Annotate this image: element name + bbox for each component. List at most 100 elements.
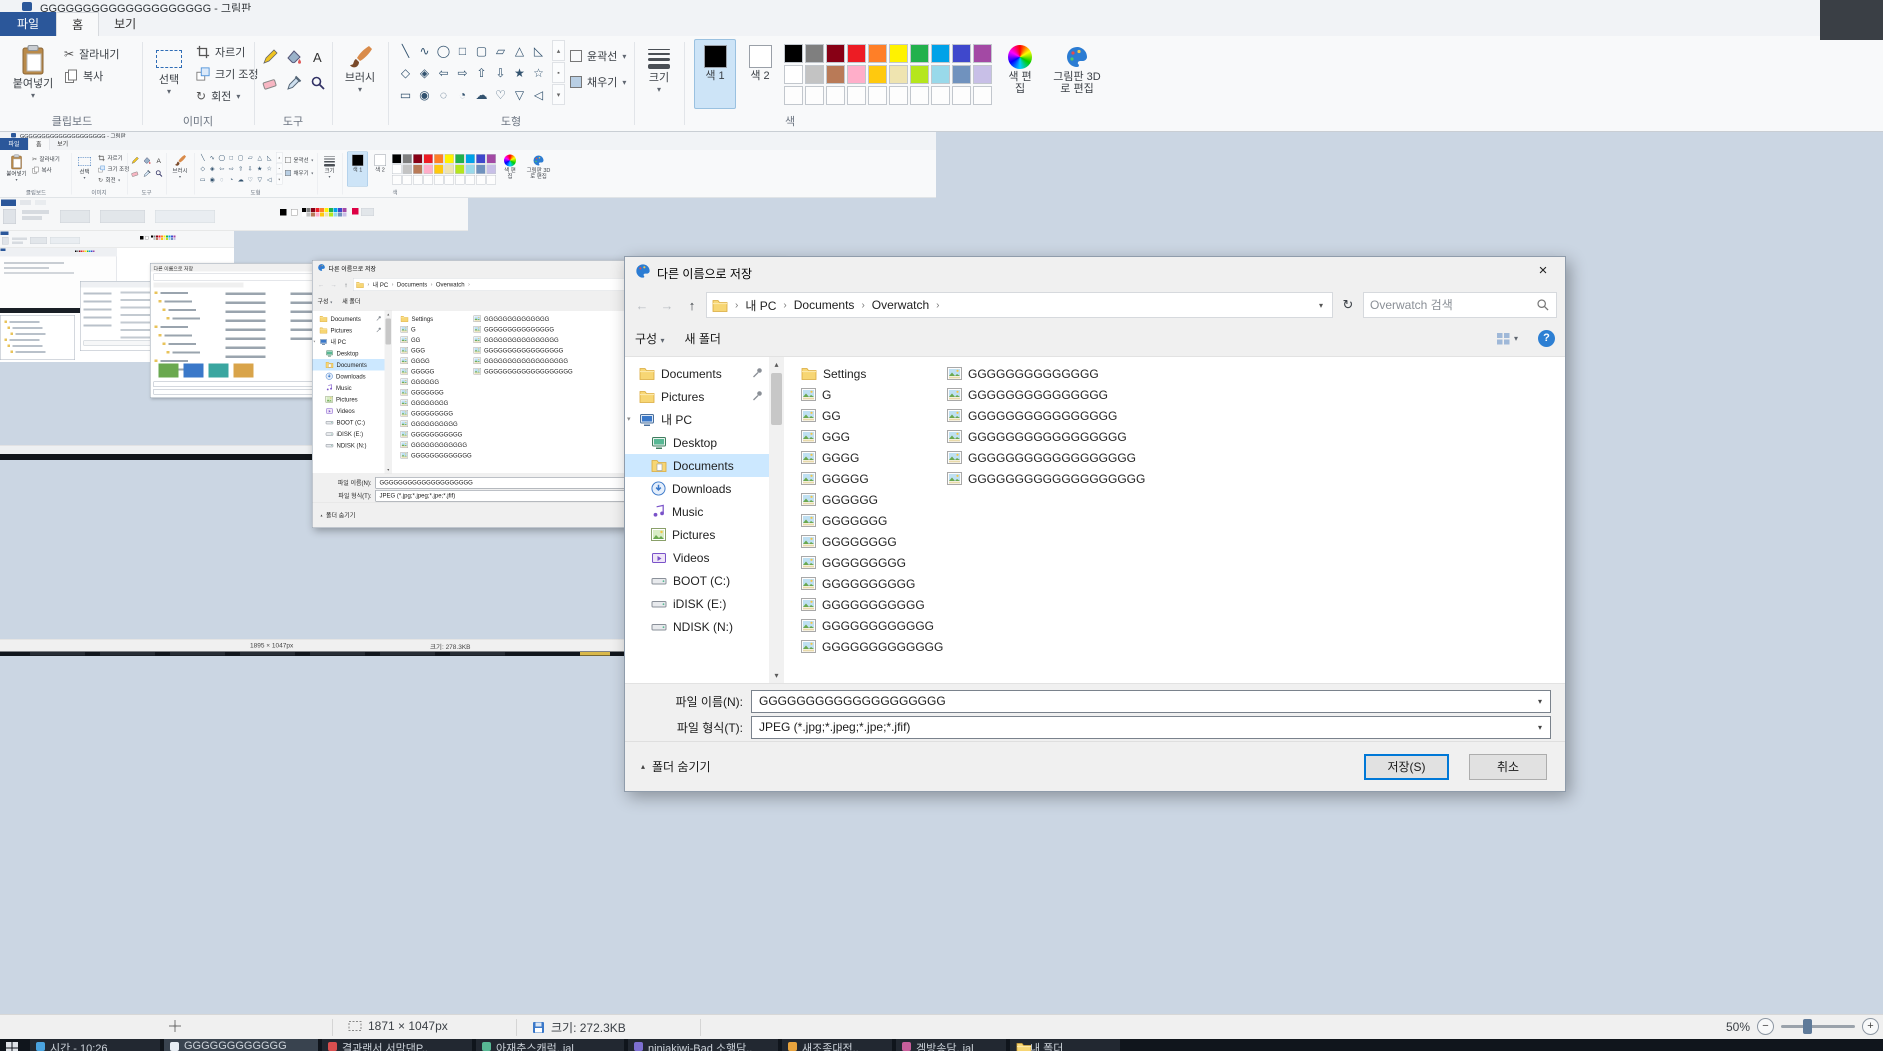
close-icon[interactable]: × xyxy=(1531,261,1555,281)
file-item[interactable]: GGGGGGGGGGGG xyxy=(801,615,943,636)
breadcrumb-item[interactable]: Overwatch › xyxy=(872,298,940,312)
palette-color[interactable] xyxy=(847,44,866,63)
scroll-mid-icon[interactable]: ▪ xyxy=(552,62,565,83)
file-item[interactable]: G xyxy=(801,384,943,405)
up-button[interactable]: ↑ xyxy=(681,298,703,313)
palette-color[interactable] xyxy=(826,65,845,84)
edit-colors-button[interactable]: 색 편집 xyxy=(998,39,1042,109)
file-item[interactable]: GGGGGGGGGGGGGGGGGG xyxy=(947,447,1145,468)
palette-color[interactable] xyxy=(805,44,824,63)
file-item[interactable]: GGG xyxy=(801,426,943,447)
brushes-button[interactable]: 브러시 ▾ xyxy=(336,38,384,94)
palette-color[interactable] xyxy=(952,44,971,63)
help-icon[interactable]: ? xyxy=(1538,329,1555,347)
breadcrumb-item[interactable]: 내 PC › xyxy=(745,297,786,314)
scroll-thumb[interactable] xyxy=(771,373,782,425)
tab-file[interactable]: 파일 xyxy=(0,12,57,36)
paste-button[interactable]: 붙여넣기 ▾ xyxy=(6,38,60,100)
palette-color[interactable] xyxy=(889,44,908,63)
palette-color[interactable] xyxy=(910,44,929,63)
text-tool[interactable]: A xyxy=(306,44,330,70)
file-item[interactable]: GGGGGGGGGGGGGGGGGGG xyxy=(947,468,1145,489)
tab-view[interactable]: 보기 xyxy=(99,12,151,36)
palette-color[interactable] xyxy=(952,65,971,84)
view-mode-button[interactable]: ▾ xyxy=(1496,332,1518,345)
shape-cell[interactable]: △ xyxy=(510,40,529,62)
palette-color[interactable] xyxy=(868,65,887,84)
palette-color[interactable] xyxy=(826,44,845,63)
shapes-scrollbar[interactable]: ▴ ▪ ▾ xyxy=(552,40,565,105)
taskbar-item[interactable]: 시간 - 10:26 xyxy=(30,1039,160,1051)
file-item[interactable]: GGGGGGGGGGG xyxy=(801,594,943,615)
nav-item-desktop[interactable]: Desktop xyxy=(625,431,769,454)
nav-item-ndisk-n-[interactable]: NDISK (N:) xyxy=(625,615,769,638)
taskbar-item[interactable]: ninjakiwi-Bad 소행담.. xyxy=(628,1039,778,1051)
file-item[interactable]: Settings xyxy=(801,363,943,384)
color-picker-tool[interactable] xyxy=(282,70,306,96)
zoom-slider[interactable] xyxy=(1781,1019,1855,1034)
cut-button[interactable]: ✂ 잘라내기 xyxy=(64,44,120,64)
breadcrumb-item[interactable]: Documents › xyxy=(794,298,865,312)
file-item[interactable]: GGGG xyxy=(801,447,943,468)
cancel-button[interactable]: 취소 xyxy=(1469,754,1547,780)
shape-cell[interactable]: ⇩ xyxy=(491,62,510,84)
size-button[interactable]: 크기 ▾ xyxy=(637,38,681,94)
zoom-slider-thumb[interactable] xyxy=(1803,1019,1812,1034)
palette-color[interactable] xyxy=(931,44,950,63)
palette-color[interactable] xyxy=(973,65,992,84)
address-history-icon[interactable]: ▾ xyxy=(1315,301,1327,310)
tab-home[interactable]: 홈 xyxy=(56,12,100,36)
shape-cell[interactable]: ⇨ xyxy=(453,62,472,84)
crop-button[interactable]: 자르기 xyxy=(196,42,245,62)
paint3d-button[interactable]: 그림판 3D로 편집 xyxy=(1046,39,1108,109)
fill-tool[interactable] xyxy=(282,44,306,70)
file-item[interactable]: GGGGGGGGG xyxy=(801,552,943,573)
taskbar-item[interactable]: 새조종대전.. xyxy=(782,1039,892,1051)
eraser-tool[interactable] xyxy=(258,70,282,96)
file-item[interactable]: GGGGGG xyxy=(801,489,943,510)
filename-input[interactable] xyxy=(759,694,1526,708)
shape-cell[interactable]: ☁ xyxy=(472,84,491,106)
file-item[interactable]: GGGGG xyxy=(801,468,943,489)
color2-button[interactable]: 색 2 xyxy=(739,39,781,109)
file-item[interactable]: GGGGGGGG xyxy=(801,531,943,552)
nav-item-pictures[interactable]: Pictures xyxy=(625,523,769,546)
refresh-icon[interactable]: ↻ xyxy=(1336,297,1360,313)
palette-color[interactable] xyxy=(931,65,950,84)
shape-cell[interactable]: ♡ xyxy=(491,84,510,106)
rotate-button[interactable]: ↻ 회전 ▾ xyxy=(196,86,240,106)
file-item[interactable]: GGGGGGGGGGGGG xyxy=(801,636,943,657)
scroll-up-icon[interactable]: ▴ xyxy=(769,357,784,372)
filetype-combo[interactable]: JPEG (*.jpg;*.jpeg;*.jpe;*.jfif) ▾ xyxy=(751,715,1551,739)
start-button[interactable] xyxy=(6,1042,18,1051)
nav-item-내-pc[interactable]: ▾ 내 PC xyxy=(625,408,769,431)
palette-color[interactable] xyxy=(784,44,803,63)
shape-cell[interactable]: ◈ xyxy=(415,62,434,84)
color1-button[interactable]: 색 1 xyxy=(694,39,736,109)
shape-cell[interactable]: ★ xyxy=(510,62,529,84)
fill-button[interactable]: 채우기 ▾ xyxy=(570,72,626,92)
filename-combo[interactable]: ▾ xyxy=(751,689,1551,713)
nav-item-documents[interactable]: Documents xyxy=(625,454,769,477)
resize-button[interactable]: 크기 조정 xyxy=(196,64,259,84)
nav-scrollbar[interactable]: ▴ ▾ xyxy=(769,357,784,683)
shape-cell[interactable]: ◯ xyxy=(434,40,453,62)
shape-cell[interactable]: ╲ xyxy=(396,40,415,62)
search-input[interactable] xyxy=(1370,298,1532,312)
palette-color[interactable] xyxy=(889,65,908,84)
magnifier-tool[interactable] xyxy=(306,70,330,96)
forward-button[interactable]: → xyxy=(656,298,678,313)
scroll-down-icon[interactable]: ▾ xyxy=(769,668,784,683)
dialog-title-bar[interactable]: 다른 이름으로 저장 × xyxy=(625,257,1565,287)
file-item[interactable]: GGGGGGGGGGGGGGGG xyxy=(947,405,1145,426)
copy-button[interactable]: 복사 xyxy=(64,66,103,86)
shape-cell[interactable]: ◌ xyxy=(434,84,453,106)
file-item[interactable]: GGGGGGGGGGGGGGGGG xyxy=(947,426,1145,447)
search-box[interactable] xyxy=(1363,292,1557,318)
palette-color[interactable] xyxy=(868,44,887,63)
file-item[interactable]: GG xyxy=(801,405,943,426)
outline-button[interactable]: 윤곽선 ▾ xyxy=(570,46,626,66)
taskbar-item[interactable]: 결과랜서 서맘댄P.. xyxy=(322,1039,472,1051)
organize-dropdown[interactable]: 구성 ▾ xyxy=(635,330,664,347)
shape-cell[interactable]: ▭ xyxy=(396,84,415,106)
